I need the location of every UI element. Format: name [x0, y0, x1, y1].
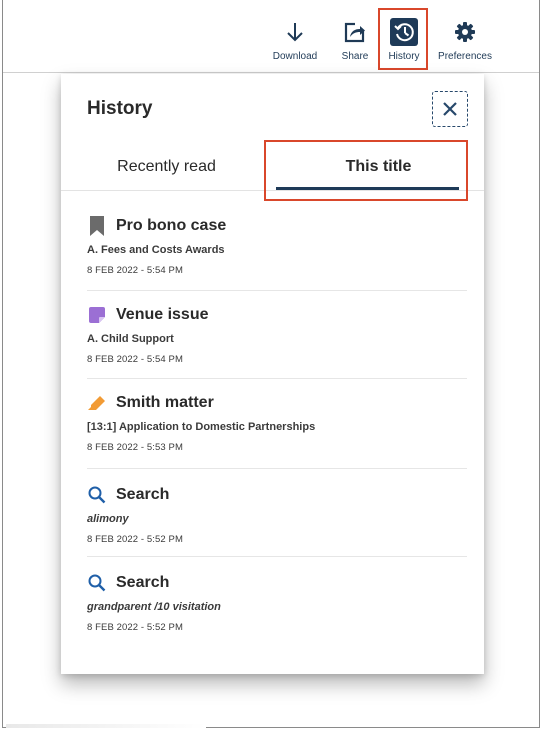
list-item[interactable]: Pro bono case A. Fees and Costs Awards 8… [87, 214, 467, 291]
history-panel: History Recently read This title Pro bon… [61, 74, 484, 674]
item-subtitle: alimony [87, 513, 129, 525]
close-button[interactable] [432, 91, 468, 127]
bottom-scroll-shadow [6, 724, 206, 728]
share-button[interactable]: Share [335, 18, 375, 62]
toolbar-divider [3, 72, 539, 73]
panel-title: History [87, 98, 153, 119]
item-subtitle: A. Fees and Costs Awards [87, 244, 225, 256]
close-icon [443, 102, 457, 116]
item-date: 8 FEB 2022 - 5:52 PM [87, 622, 183, 633]
list-item[interactable]: Smith matter [13:1] Application to Domes… [87, 379, 467, 469]
item-title: Pro bono case [116, 217, 227, 234]
search-icon [87, 485, 107, 505]
item-date: 8 FEB 2022 - 5:54 PM [87, 354, 183, 365]
item-date: 8 FEB 2022 - 5:52 PM [87, 534, 183, 545]
preferences-label: Preferences [438, 51, 492, 62]
gear-icon [451, 18, 479, 46]
note-icon [87, 305, 107, 325]
history-button-highlight [378, 8, 428, 70]
tab-recently-read[interactable]: Recently read [61, 144, 272, 190]
list-item[interactable]: Search grandparent /10 visitation 8 FEB … [87, 557, 467, 645]
item-date: 8 FEB 2022 - 5:53 PM [87, 442, 183, 453]
item-subtitle: [13:1] Application to Domestic Partnersh… [87, 421, 316, 433]
app-window: Download Share History Preferences Histo… [2, 0, 540, 728]
item-title: Search [116, 486, 170, 503]
highlighter-icon [87, 393, 107, 413]
item-subtitle: grandparent /10 visitation [87, 601, 221, 613]
download-label: Download [272, 51, 318, 62]
share-icon [341, 18, 369, 46]
download-arrow-icon [281, 18, 309, 46]
bookmark-icon [87, 216, 107, 236]
history-list: Pro bono case A. Fees and Costs Awards 8… [87, 214, 467, 645]
item-title: Search [116, 574, 170, 591]
list-item[interactable]: Venue issue A. Child Support 8 FEB 2022 … [87, 291, 467, 379]
preferences-button[interactable]: Preferences [435, 18, 495, 62]
download-button[interactable]: Download [269, 18, 321, 62]
item-subtitle: A. Child Support [87, 333, 174, 345]
item-title: Smith matter [116, 394, 214, 411]
search-icon [87, 573, 107, 593]
item-title: Venue issue [116, 306, 209, 323]
share-label: Share [341, 51, 369, 62]
list-item[interactable]: Search alimony 8 FEB 2022 - 5:52 PM [87, 469, 467, 557]
this-title-tab-highlight [264, 140, 468, 201]
item-date: 8 FEB 2022 - 5:54 PM [87, 265, 183, 276]
